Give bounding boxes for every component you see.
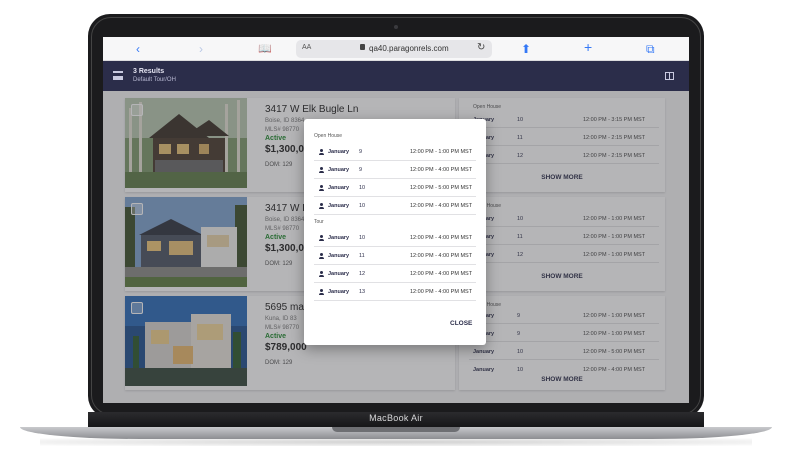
open-house-row[interactable]: January 10 12:00 PM - 5:00 PM MST bbox=[314, 180, 476, 197]
laptop-shadow bbox=[40, 438, 752, 446]
url-text[interactable]: qa40.paragonrels.com bbox=[369, 44, 449, 53]
share-icon[interactable]: ⬆ bbox=[521, 42, 531, 56]
person-icon bbox=[319, 167, 324, 173]
event-day: 9 bbox=[359, 149, 363, 155]
tour-row[interactable]: January 10 12:00 PM - 4:00 PM MST bbox=[314, 230, 476, 247]
close-button[interactable]: CLOSE bbox=[450, 320, 472, 327]
person-icon bbox=[319, 149, 324, 155]
event-month: January bbox=[328, 271, 350, 277]
event-day: 9 bbox=[359, 167, 363, 173]
event-time: 12:00 PM - 4:00 PM MST bbox=[410, 253, 473, 259]
event-month: January bbox=[328, 203, 350, 209]
panel-toggle-icon[interactable] bbox=[665, 72, 674, 80]
laptop-notch bbox=[332, 427, 460, 432]
event-day: 11 bbox=[359, 253, 365, 259]
event-month: January bbox=[328, 235, 350, 241]
new-tab-icon[interactable]: + bbox=[584, 40, 592, 54]
event-time: 12:00 PM - 4:00 PM MST bbox=[410, 235, 473, 241]
back-icon[interactable]: ‹ bbox=[136, 42, 140, 56]
event-month: January bbox=[328, 149, 350, 155]
results-count: 3 Results bbox=[133, 68, 165, 75]
open-house-row[interactable]: January 9 12:00 PM - 1:00 PM MST bbox=[314, 144, 476, 161]
tour-heading: Tour bbox=[314, 219, 324, 225]
reload-icon[interactable]: ↻ bbox=[477, 42, 485, 53]
forward-icon[interactable]: › bbox=[199, 42, 203, 56]
tour-row[interactable]: January 11 12:00 PM - 4:00 PM MST bbox=[314, 248, 476, 265]
event-month: January bbox=[328, 167, 350, 173]
person-icon bbox=[319, 185, 324, 191]
open-house-row[interactable]: January 10 12:00 PM - 4:00 PM MST bbox=[314, 198, 476, 215]
lock-icon bbox=[360, 44, 365, 50]
event-day: 12 bbox=[359, 271, 366, 277]
event-day: 10 bbox=[359, 185, 366, 191]
stage: ‹ › 📖 AA qa40.paragonrels.com ↻ ⬆ + ⧉ 3 … bbox=[0, 0, 792, 472]
event-month: January bbox=[328, 185, 350, 191]
event-month: January bbox=[328, 253, 350, 259]
event-day: 10 bbox=[359, 203, 366, 209]
camera-icon bbox=[394, 25, 398, 29]
event-day: 13 bbox=[359, 289, 366, 295]
event-month: January bbox=[328, 289, 350, 295]
person-icon bbox=[319, 271, 324, 277]
search-name: Default Tour/OH bbox=[133, 77, 176, 83]
open-house-row[interactable]: January 9 12:00 PM - 4:00 PM MST bbox=[314, 162, 476, 179]
screen: ‹ › 📖 AA qa40.paragonrels.com ↻ ⬆ + ⧉ 3 … bbox=[103, 37, 689, 403]
bookmarks-icon[interactable]: 📖 bbox=[258, 42, 272, 56]
person-icon bbox=[319, 203, 324, 209]
schedule-modal: Open House January 9 12:00 PM - 1:00 PM … bbox=[304, 119, 486, 345]
text-size-button[interactable]: AA bbox=[302, 44, 311, 51]
event-time: 12:00 PM - 1:00 PM MST bbox=[410, 149, 473, 155]
app-header: 3 Results Default Tour/OH bbox=[103, 61, 689, 91]
event-time: 12:00 PM - 4:00 PM MST bbox=[410, 203, 473, 209]
browser-toolbar: ‹ › 📖 AA qa40.paragonrels.com ↻ ⬆ + ⧉ bbox=[103, 37, 689, 61]
tour-row[interactable]: January 12 12:00 PM - 4:00 PM MST bbox=[314, 266, 476, 283]
tabs-icon[interactable]: ⧉ bbox=[646, 42, 655, 56]
device-label: MacBook Air bbox=[369, 413, 423, 423]
person-icon bbox=[319, 235, 324, 241]
event-time: 12:00 PM - 4:00 PM MST bbox=[410, 271, 473, 277]
open-house-heading: Open House bbox=[314, 133, 343, 139]
event-day: 10 bbox=[359, 235, 366, 241]
menu-icon[interactable] bbox=[113, 71, 123, 80]
address-bar[interactable]: AA qa40.paragonrels.com ↻ bbox=[296, 40, 492, 58]
event-time: 12:00 PM - 4:00 PM MST bbox=[410, 167, 473, 173]
event-time: 12:00 PM - 5:00 PM MST bbox=[410, 185, 473, 191]
person-icon bbox=[319, 289, 324, 295]
tour-row[interactable]: January 13 12:00 PM - 4:00 PM MST bbox=[314, 284, 476, 301]
person-icon bbox=[319, 253, 324, 259]
event-time: 12:00 PM - 4:00 PM MST bbox=[410, 289, 473, 295]
